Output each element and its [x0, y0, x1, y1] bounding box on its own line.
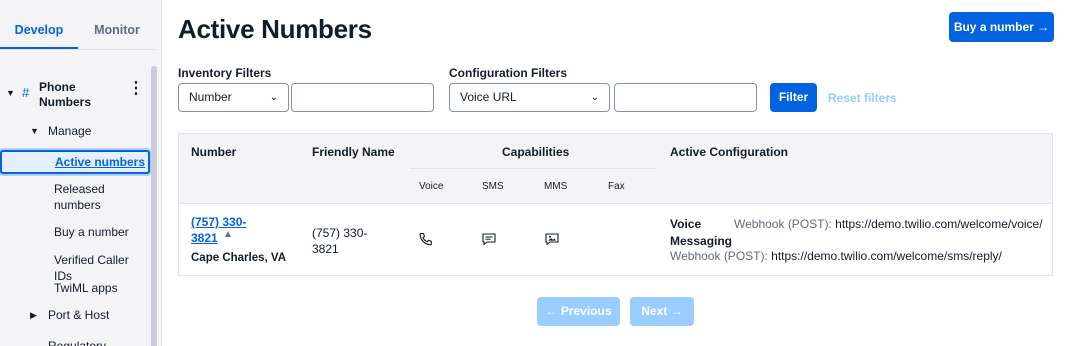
configuration-filters-label: Configuration Filters	[449, 66, 567, 80]
mms-icon	[545, 233, 559, 246]
buy-number-button[interactable]: Buy a number →	[949, 12, 1054, 42]
numbers-table: Number Friendly Name Capabilities Active…	[178, 133, 1053, 276]
sidebar-item-label: Phone Numbers	[39, 80, 92, 109]
sms-icon	[482, 233, 496, 246]
column-header-friendly-name: Friendly Name	[312, 145, 395, 159]
phone-icon	[419, 232, 432, 246]
voice-webhook-url: https://demo.twilio.com/welcome/voice/	[835, 217, 1043, 231]
sidebar-item-buy-a-number[interactable]: Buy a number	[54, 224, 144, 240]
hash-icon: #	[22, 85, 30, 100]
next-page-button[interactable]: Next →	[630, 297, 694, 326]
chevron-right-icon: ▶	[30, 310, 37, 320]
chevron-down-icon: ▼	[6, 88, 15, 98]
page-title: Active Numbers	[178, 14, 372, 44]
chevron-down-icon: ⌄	[590, 92, 599, 103]
select-value: Voice URL	[460, 90, 517, 104]
voice-webhook-label: Webhook (POST):	[734, 217, 832, 231]
sidebar-item-released-numbers[interactable]: Released numbers	[54, 181, 144, 213]
previous-page-button[interactable]: ← Previous	[537, 297, 620, 326]
column-header-voice: Voice	[419, 181, 444, 192]
column-header-number: Number	[191, 145, 237, 159]
voice-webhook: Webhook (POST): https://demo.twilio.com/…	[734, 217, 1043, 231]
messaging-webhook-url: https://demo.twilio.com/welcome/sms/repl…	[771, 249, 1002, 263]
sidebar: Develop Monitor ▼ # Phone Numbers ⋮ ▼ Ma…	[0, 0, 162, 346]
divider	[410, 168, 657, 169]
chevron-down-icon: ▼	[30, 126, 39, 136]
inventory-filter-select[interactable]: Number ⌄	[178, 83, 289, 112]
filter-button[interactable]: Filter	[770, 83, 817, 112]
sidebar-item-manage[interactable]: ▼ Manage	[0, 124, 150, 140]
sidebar-item-port-host[interactable]: ▶ Port & Host	[0, 308, 150, 324]
table-header: Number Friendly Name Capabilities Active…	[179, 134, 1052, 204]
voice-config-label: Voice	[670, 217, 702, 231]
sidebar-item-twiml-apps[interactable]: TwiML apps	[54, 280, 144, 296]
number-location: Cape Charles, VA	[191, 252, 287, 264]
friendly-name: (757) 330-3821	[312, 226, 368, 256]
more-options-icon[interactable]: ⋮	[128, 81, 144, 97]
sidebar-tabs: Develop Monitor	[0, 0, 156, 50]
sidebar-item-active-numbers[interactable]: Active numbers	[0, 150, 150, 174]
sidebar-item-regulatory[interactable]: Regulatory	[48, 338, 138, 346]
column-header-sms: SMS	[482, 181, 504, 192]
sidebar-scrollbar[interactable]	[151, 66, 157, 346]
messaging-webhook-label: Webhook (POST):	[670, 249, 768, 263]
messaging-webhook: Webhook (POST): https://demo.twilio.com/…	[670, 249, 1002, 263]
sidebar-item-phone-numbers[interactable]: ▼ # Phone Numbers ⋮	[0, 76, 150, 116]
messaging-config-label: Messaging	[670, 234, 733, 248]
column-header-capabilities: Capabilities	[502, 145, 570, 159]
reset-filters-button[interactable]: Reset filters	[828, 91, 897, 105]
warning-icon: ▲	[223, 229, 233, 240]
tab-monitor[interactable]: Monitor	[78, 0, 156, 49]
select-value: Number	[189, 90, 232, 104]
tab-develop[interactable]: Develop	[0, 0, 78, 49]
inventory-filter-input[interactable]	[291, 83, 434, 112]
column-header-mms: MMS	[544, 181, 568, 192]
configuration-filter-input[interactable]	[614, 83, 757, 112]
sidebar-item-label: Manage	[48, 124, 92, 138]
inventory-filters-label: Inventory Filters	[178, 66, 272, 80]
sidebar-item-label: Active numbers	[55, 155, 146, 169]
configuration-filter-select[interactable]: Voice URL ⌄	[449, 83, 610, 112]
sidebar-item-label: Port & Host	[48, 308, 110, 322]
column-header-active-configuration: Active Configuration	[670, 145, 789, 159]
main-content: Active Numbers Buy a number → Inventory …	[178, 0, 1058, 346]
column-header-fax: Fax	[608, 181, 625, 192]
chevron-down-icon: ⌄	[269, 92, 278, 103]
